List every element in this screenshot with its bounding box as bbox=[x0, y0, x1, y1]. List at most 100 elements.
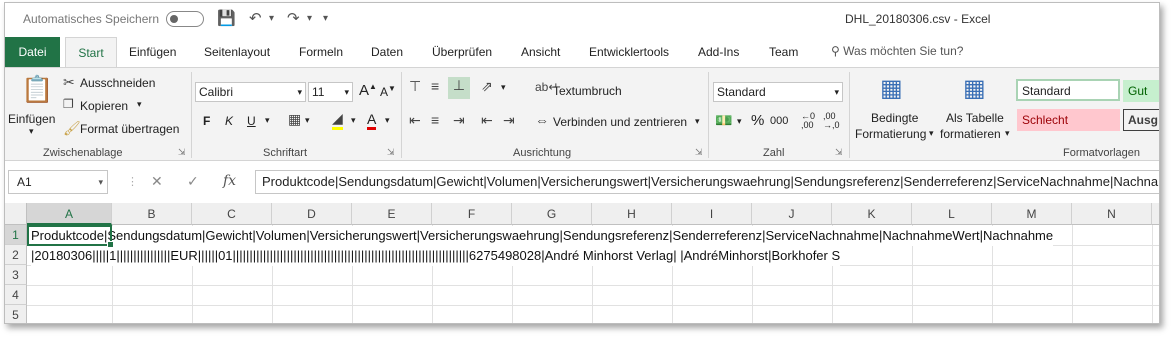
tab-datei[interactable]: Datei bbox=[5, 37, 60, 67]
currency-dropdown-icon[interactable]: ▾ bbox=[737, 116, 742, 127]
bold-button[interactable]: F bbox=[203, 114, 210, 128]
clipboard-launcher-icon[interactable]: ⇲ bbox=[178, 147, 186, 158]
undo-icon[interactable]: ↶ bbox=[249, 9, 262, 27]
font-color-icon[interactable]: A bbox=[367, 111, 377, 130]
alignment-launcher-icon[interactable]: ⇲ bbox=[695, 147, 703, 158]
style-schlecht[interactable]: Schlecht bbox=[1017, 109, 1120, 131]
font-launcher-icon[interactable]: ⇲ bbox=[387, 147, 395, 158]
font-name-select[interactable]: Calibri ▾ bbox=[195, 82, 306, 102]
cancel-entry-icon[interactable]: ✕ bbox=[151, 173, 163, 190]
cell-a2[interactable]: |20180306|||||1||||||||||||||||EUR||||||… bbox=[31, 246, 841, 266]
tab-ansicht[interactable]: Ansicht bbox=[521, 45, 560, 59]
chevron-down-icon: ▾ bbox=[1005, 128, 1010, 138]
select-all-button[interactable] bbox=[5, 203, 27, 225]
insert-function-button[interactable]: fx bbox=[223, 173, 236, 189]
underline-button[interactable]: U bbox=[247, 114, 256, 128]
orientation-icon[interactable]: ⇗ bbox=[481, 78, 493, 95]
align-right-icon[interactable]: ⇥ bbox=[453, 112, 465, 129]
column-header-i[interactable]: I bbox=[672, 203, 752, 225]
copy-button[interactable]: Kopieren bbox=[80, 99, 128, 113]
decrease-font-icon[interactable]: A▼ bbox=[380, 84, 396, 99]
row-header-3[interactable]: 3 bbox=[5, 265, 27, 285]
font-color-dropdown-icon[interactable]: ▾ bbox=[385, 115, 390, 126]
copy-dropdown-icon[interactable]: ▾ bbox=[137, 99, 142, 110]
wrap-text-button[interactable]: Textumbruch bbox=[553, 84, 622, 98]
row-header-2[interactable]: 2 bbox=[5, 245, 27, 265]
increase-decimal-icon[interactable]: ←0,00 bbox=[801, 112, 815, 130]
redo-icon[interactable]: ↷ bbox=[287, 9, 300, 27]
borders-icon[interactable]: ▦ bbox=[288, 111, 301, 128]
save-icon[interactable]: 💾 bbox=[217, 9, 236, 27]
thousands-button[interactable]: 000 bbox=[770, 115, 788, 127]
column-header-n[interactable]: N bbox=[1072, 203, 1152, 225]
increase-indent-icon[interactable]: ⇥ bbox=[503, 112, 515, 129]
tab-einfuegen[interactable]: Einfügen bbox=[129, 45, 176, 59]
cell-a1[interactable]: Produktcode|Sendungsdatum|Gewicht|Volume… bbox=[31, 226, 1054, 246]
align-top-icon[interactable]: ⊤ bbox=[409, 78, 421, 95]
tab-start[interactable]: Start bbox=[65, 37, 117, 67]
style-standard[interactable]: Standard bbox=[1016, 79, 1120, 101]
align-center-icon[interactable]: ≡ bbox=[431, 112, 439, 128]
column-header-l[interactable]: L bbox=[912, 203, 992, 225]
column-header-h[interactable]: H bbox=[592, 203, 672, 225]
customize-qat-icon[interactable]: ▾ bbox=[323, 13, 328, 24]
orientation-dropdown-icon[interactable]: ▾ bbox=[501, 82, 506, 93]
increase-font-icon[interactable]: A▲ bbox=[359, 82, 377, 99]
row-header-1[interactable]: 1 bbox=[5, 225, 27, 245]
column-header-k[interactable]: K bbox=[832, 203, 912, 225]
cut-button[interactable]: Ausschneiden bbox=[80, 76, 155, 90]
decrease-indent-icon[interactable]: ⇤ bbox=[481, 112, 493, 129]
tab-ueberpruefen[interactable]: Überprüfen bbox=[432, 45, 492, 59]
column-header-j[interactable]: J bbox=[752, 203, 832, 225]
style-gut[interactable]: Gut bbox=[1123, 80, 1159, 102]
tab-team[interactable]: Team bbox=[769, 45, 798, 59]
group-label-number: Zahl bbox=[763, 147, 785, 159]
undo-dropdown-icon[interactable]: ▾ bbox=[269, 13, 274, 24]
align-bottom-icon[interactable]: ⊥ bbox=[448, 77, 470, 99]
row-header-4[interactable]: 4 bbox=[5, 285, 27, 305]
merge-dropdown-icon[interactable]: ▾ bbox=[695, 116, 700, 127]
fill-color-icon[interactable]: ◢ bbox=[332, 110, 343, 130]
borders-dropdown-icon[interactable]: ▾ bbox=[305, 115, 310, 126]
column-header-a[interactable]: A bbox=[27, 203, 112, 225]
redo-dropdown-icon[interactable]: ▾ bbox=[307, 13, 312, 24]
fill-color-dropdown-icon[interactable]: ▾ bbox=[351, 115, 356, 126]
column-header-d[interactable]: D bbox=[272, 203, 352, 225]
confirm-entry-icon[interactable]: ✓ bbox=[187, 173, 199, 190]
underline-dropdown-icon[interactable]: ▾ bbox=[265, 115, 270, 126]
font-size-select[interactable]: 11 ▾ bbox=[308, 82, 353, 102]
align-left-icon[interactable]: ⇤ bbox=[409, 112, 421, 129]
column-header-m[interactable]: M bbox=[992, 203, 1072, 225]
tab-add-ins[interactable]: Add-Ins bbox=[698, 45, 739, 59]
column-header-partial[interactable] bbox=[1152, 203, 1159, 225]
column-header-f[interactable]: F bbox=[432, 203, 512, 225]
row-header-5[interactable]: 5 bbox=[5, 305, 27, 323]
column-header-g[interactable]: G bbox=[512, 203, 592, 225]
formula-bar-grip-icon: ⋮ bbox=[127, 176, 138, 188]
italic-button[interactable]: K bbox=[225, 114, 233, 128]
tab-formeln[interactable]: Formeln bbox=[299, 45, 343, 59]
paste-icon: 📋 bbox=[21, 74, 54, 104]
tab-entwicklertools[interactable]: Entwicklertools bbox=[589, 45, 669, 59]
format-painter-button[interactable]: Format übertragen bbox=[80, 122, 179, 136]
worksheet-grid[interactable]: A B C D E F G H I J K L M N 1 2 3 4 5 Pr… bbox=[5, 203, 1159, 323]
column-header-e[interactable]: E bbox=[352, 203, 432, 225]
autosave-toggle[interactable] bbox=[166, 11, 204, 27]
tab-daten[interactable]: Daten bbox=[371, 45, 403, 59]
gridline bbox=[1152, 225, 1153, 323]
percent-button[interactable]: % bbox=[751, 112, 764, 129]
name-box[interactable]: A1 ▾ bbox=[8, 170, 108, 194]
number-format-select[interactable]: Standard ▾ bbox=[713, 82, 843, 102]
column-header-b[interactable]: B bbox=[112, 203, 192, 225]
tell-me-search[interactable]: ⚲ Was möchten Sie tun? bbox=[831, 44, 963, 58]
align-middle-icon[interactable]: ≡ bbox=[431, 78, 439, 94]
number-launcher-icon[interactable]: ⇲ bbox=[835, 147, 843, 158]
style-ausgabe[interactable]: Ausg bbox=[1123, 109, 1159, 131]
decrease-decimal-icon[interactable]: ,00 →,0 bbox=[823, 112, 840, 130]
formula-input[interactable]: Produktcode|Sendungsdatum|Gewicht|Volume… bbox=[255, 170, 1159, 194]
column-header-c[interactable]: C bbox=[192, 203, 272, 225]
gridline bbox=[27, 285, 1159, 286]
currency-icon[interactable]: 💵 bbox=[715, 112, 732, 129]
tab-seitenlayout[interactable]: Seitenlayout bbox=[204, 45, 270, 59]
merge-center-button[interactable]: Verbinden und zentrieren bbox=[553, 115, 687, 129]
